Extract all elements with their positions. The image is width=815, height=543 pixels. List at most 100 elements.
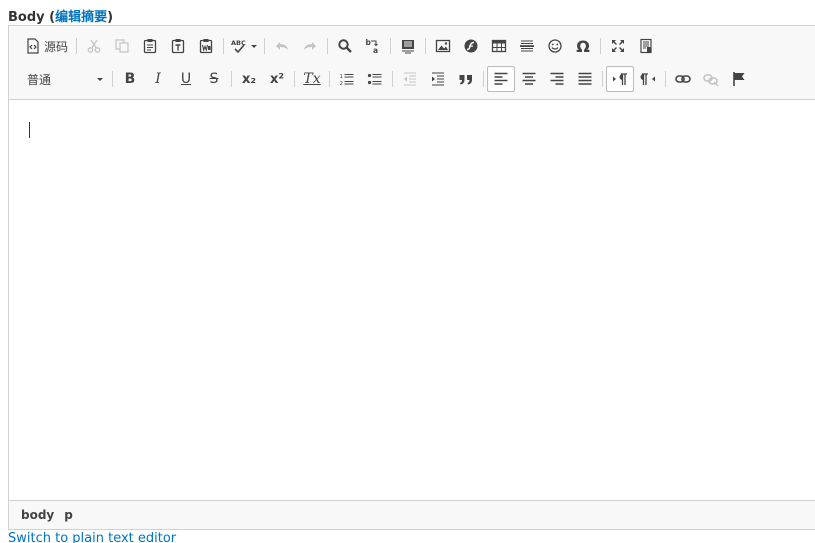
subscript-icon: x₂ xyxy=(241,71,257,87)
toolbar-separator xyxy=(264,38,266,54)
maximize-icon xyxy=(610,38,626,54)
special-char-button[interactable]: Ω xyxy=(569,33,597,59)
source-button[interactable]: 源码 xyxy=(21,33,73,59)
text-direction-rtl-button[interactable] xyxy=(634,66,662,92)
numbered-list-button[interactable]: 12 xyxy=(333,66,361,92)
paste-text-button[interactable] xyxy=(164,33,192,59)
paste-from-word-button[interactable] xyxy=(192,33,220,59)
editor-content-area[interactable] xyxy=(9,100,815,500)
text-cursor xyxy=(29,122,30,138)
smiley-button[interactable] xyxy=(541,33,569,59)
italic-button[interactable]: I xyxy=(144,66,172,92)
source-icon xyxy=(25,38,41,54)
format-select-value: 普通 xyxy=(27,72,52,87)
align-center-button[interactable] xyxy=(515,66,543,92)
svg-text:2: 2 xyxy=(340,81,344,87)
table-button[interactable] xyxy=(485,33,513,59)
element-path-bar: body p xyxy=(9,500,815,529)
path-item-p[interactable]: p xyxy=(64,508,73,522)
spellcheck-button[interactable]: ABC xyxy=(227,33,261,59)
svg-text:a: a xyxy=(373,46,378,54)
underline-icon: U xyxy=(180,71,192,87)
strikethrough-icon: S xyxy=(209,71,219,87)
source-label: 源码 xyxy=(44,39,69,54)
bold-icon: B xyxy=(124,71,136,87)
ltr-icon xyxy=(612,71,628,87)
switch-to-plain-text-link[interactable]: Switch to plain text editor xyxy=(8,531,176,543)
toolbar-separator xyxy=(223,38,225,54)
align-center-icon xyxy=(521,71,537,87)
remove-format-button[interactable]: Tx xyxy=(298,66,326,92)
numbered-list-icon: 12 xyxy=(339,71,355,87)
toolbar-separator xyxy=(602,71,603,87)
cut-button[interactable] xyxy=(80,33,108,59)
align-left-button[interactable] xyxy=(487,66,515,92)
remove-format-icon: Tx xyxy=(303,71,321,87)
show-blocks-button[interactable] xyxy=(632,33,660,59)
toolbar-separator xyxy=(390,38,392,54)
cut-icon xyxy=(86,38,102,54)
strikethrough-button[interactable]: S xyxy=(200,66,228,92)
link-button[interactable] xyxy=(669,66,697,92)
field-label-text: Body xyxy=(8,10,45,25)
toolbar-separator xyxy=(76,38,78,54)
justify-button[interactable] xyxy=(571,66,599,92)
outdent-button[interactable] xyxy=(396,66,424,92)
horizontal-rule-button[interactable] xyxy=(513,33,541,59)
svg-text:1: 1 xyxy=(340,74,344,80)
italic-icon: I xyxy=(155,71,161,87)
toolbar-separator xyxy=(600,38,602,54)
image-button[interactable] xyxy=(429,33,457,59)
svg-text:b: b xyxy=(366,38,372,47)
unlink-icon xyxy=(703,71,719,87)
align-left-icon xyxy=(493,71,509,87)
bold-button[interactable]: B xyxy=(116,66,144,92)
link-icon xyxy=(675,71,691,87)
subscript-button[interactable]: x₂ xyxy=(235,66,263,92)
justify-icon xyxy=(577,71,593,87)
copy-button[interactable] xyxy=(108,33,136,59)
omega-icon: Ω xyxy=(576,36,590,56)
underline-button[interactable]: U xyxy=(172,66,200,92)
path-item-body[interactable]: body xyxy=(21,508,54,522)
toolbar-separator xyxy=(231,71,232,87)
outdent-icon xyxy=(402,71,418,87)
horizontal-rule-icon xyxy=(519,38,535,54)
select-all-button[interactable] xyxy=(394,33,422,59)
blockquote-icon xyxy=(458,71,474,87)
blockquote-button[interactable] xyxy=(452,66,480,92)
field-label: Body (编辑摘要) xyxy=(8,10,114,25)
unlink-button[interactable] xyxy=(697,66,725,92)
align-right-icon xyxy=(549,71,565,87)
toolbar-separator xyxy=(294,71,295,87)
text-direction-ltr-button[interactable] xyxy=(606,66,634,92)
indent-button[interactable] xyxy=(424,66,452,92)
find-button[interactable] xyxy=(331,33,359,59)
flash-button[interactable] xyxy=(457,33,485,59)
format-select[interactable]: 普通 xyxy=(21,67,107,91)
maximize-button[interactable] xyxy=(604,33,632,59)
table-icon xyxy=(491,38,507,54)
replace-button[interactable]: ba xyxy=(359,33,387,59)
undo-button[interactable] xyxy=(268,33,296,59)
paste-button[interactable] xyxy=(136,33,164,59)
toolbar-separator xyxy=(425,38,427,54)
toolbar-row-2: 普通 B I U S x₂ x² Tx 1 2 xyxy=(21,65,753,93)
toolbar-separator xyxy=(327,38,329,54)
edit-summary-link[interactable]: 编辑摘要 xyxy=(55,10,107,25)
toolbar-separator xyxy=(665,71,666,87)
bulleted-list-button[interactable] xyxy=(361,66,389,92)
copy-icon xyxy=(114,38,130,54)
align-right-button[interactable] xyxy=(543,66,571,92)
chevron-down-icon xyxy=(97,77,103,81)
select-all-icon xyxy=(400,38,416,54)
paste-icon xyxy=(142,38,158,54)
superscript-button[interactable]: x² xyxy=(263,66,291,92)
toolbar-separator xyxy=(112,71,113,87)
show-blocks-icon xyxy=(638,38,654,54)
anchor-button[interactable] xyxy=(725,66,753,92)
redo-button[interactable] xyxy=(296,33,324,59)
rtl-icon xyxy=(640,71,656,87)
toolbar-row-1: 源码 ABC b a Ω xyxy=(21,32,660,60)
bulleted-list-icon xyxy=(367,71,383,87)
